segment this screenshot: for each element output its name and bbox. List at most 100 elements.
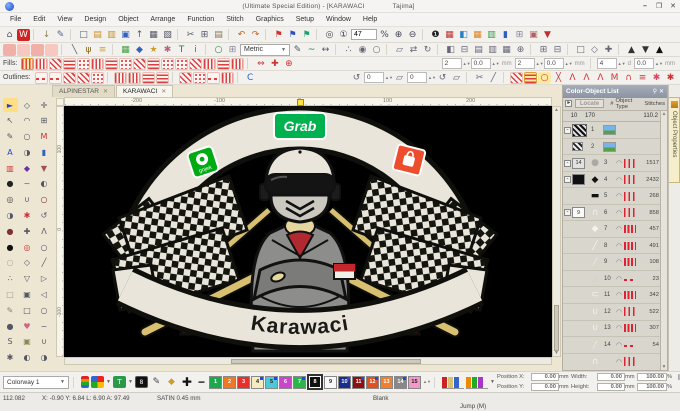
menu-setup[interactable]: Setup [290,14,320,25]
grid-icon[interactable]: ⊞ [513,29,526,41]
align-right-icon[interactable]: ▦ [500,44,513,56]
zoom-out-icon[interactable]: ⊖ [406,29,419,41]
close-button[interactable]: ✕ [666,2,680,10]
thread-colors-icon[interactable]: ▦ [443,29,456,41]
stitch-count-input[interactable]: 2 [514,58,535,69]
tab-close-icon[interactable]: ✕ [161,88,166,95]
wreath-icon[interactable]: ⊕ [282,58,295,70]
ring-shape-icon[interactable]: ○ [212,44,225,56]
menu-help[interactable]: Help [357,14,383,25]
object-row-2[interactable]: 2 [563,139,667,156]
rotate-icon[interactable]: ↻ [421,44,434,56]
flourish-icon[interactable]: ✱ [161,44,174,56]
star-shape-icon[interactable]: ★ [147,44,160,56]
thread-swatch-11[interactable]: 11 [351,375,365,389]
shirt-caret-icon[interactable]: ▼ [128,379,133,385]
zoom-1to1-icon[interactable]: ① [337,29,350,41]
locate-button[interactable]: Locate [574,99,605,109]
color-film-icon[interactable]: ▥ [485,29,498,41]
arrow-tool[interactable]: ▷ [37,272,52,286]
panel-title-bar[interactable]: Color-Object List ⚲ ✕ [563,86,667,98]
fill-cross-stitch-icon[interactable] [189,57,203,70]
s-tool[interactable]: S [3,335,18,349]
outline-stemstitch-icon[interactable] [178,71,192,84]
color-film-icon[interactable] [81,376,89,388]
object-row-14[interactable]: ╱ 14 ◠ 54 [563,337,667,354]
stitch-length-input[interactable]: 0.0 [543,58,564,69]
thread-swatch-14[interactable]: 14 [393,375,407,389]
fan-tool[interactable]: ▽ [20,272,35,286]
position-y-input[interactable]: 0.00 [530,383,559,391]
zoom-tool-icon[interactable]: ◎ [323,29,336,41]
current-color-swatch[interactable]: 8 [134,376,148,388]
fill-stipple-icon[interactable] [175,57,189,70]
expander-icon[interactable]: - [564,126,571,134]
effect-tatami-icon[interactable] [524,71,537,84]
object-row-10[interactable]: / 10 ◠ 23 [563,271,667,288]
outline-run-icon[interactable] [34,71,48,84]
fill-program-split-icon[interactable] [91,57,105,70]
colorbar-tool[interactable]: ▥ [3,161,18,175]
palette-caret-icon[interactable]: ▼ [106,379,111,385]
knife2-tool[interactable]: ╱ [37,256,52,270]
background-color-icon[interactable]: ◧ [457,29,470,41]
effect-branch-b-icon[interactable]: Λ [580,72,593,84]
fill-ripple-icon[interactable] [133,57,147,70]
pull-comp-input[interactable]: 4 [596,58,617,69]
undo-icon[interactable]: ↶ [235,29,248,41]
effect-peak-icon[interactable]: Λ [594,72,607,84]
effect-zig-icon[interactable]: M [608,72,621,84]
expander-icon[interactable]: - [564,176,571,184]
object-row-7[interactable]: ◆ 7 ◠ 457 [563,221,667,238]
design-canvas[interactable]: Karawaci Grab gojek [64,106,552,357]
object-row-9[interactable]: ╱ 9 ◠ 108 [563,254,667,271]
height-input[interactable]: 0.00 [596,383,625,391]
swirl-tool[interactable]: ↺ [37,209,52,223]
fill-wave-icon[interactable] [217,57,231,70]
cut-icon[interactable]: ✂ [184,29,197,41]
menu-view[interactable]: View [51,14,78,25]
object-row-8[interactable]: ╱ 8 ◠ 491 [563,238,667,255]
fill-spacing-spinner[interactable]: ▲▼ [492,58,500,69]
thread-swatch-10[interactable]: 10 [337,375,351,389]
outline-zigzag-icon[interactable] [76,71,90,84]
needle-position-marker[interactable] [297,99,304,106]
small-dot-tool[interactable]: ● [3,319,18,333]
paste-icon[interactable]: ▤ [212,29,225,41]
mixing-palette-icon[interactable] [91,376,104,388]
align-left-icon[interactable]: ▤ [472,44,485,56]
pen-line-icon[interactable]: ╲ [68,44,81,56]
arc-c-icon[interactable]: C [244,72,257,84]
outline-square-icon[interactable] [155,71,169,84]
offset-icon[interactable]: ▱ [393,72,406,84]
embroidery-design[interactable]: Karawaci Grab gojek [64,106,552,357]
hoop-icon[interactable]: ▣ [527,29,540,41]
menu-window[interactable]: Window [320,14,357,25]
offset-spinner[interactable]: ▲▼ [428,72,436,83]
tab-close-icon[interactable]: ✕ [103,88,108,95]
effect-bridge-icon[interactable]: ∩ [622,72,635,84]
menu-edit[interactable]: Edit [27,14,51,25]
menu-function[interactable]: Function [181,14,220,25]
fill-spiral-icon[interactable] [161,57,175,70]
object-row-4[interactable]: - ◆ 4 ◠ 2432 [563,172,667,189]
dots-tool[interactable]: ∴ [3,272,18,286]
open-design-icon[interactable]: ▤ [91,29,104,41]
outline-sculpt-icon[interactable] [62,71,76,84]
applique-tool[interactable]: ◐ [37,177,52,191]
mirror-y-icon[interactable]: ⊟ [458,44,471,56]
thread-swatch-12[interactable]: 12 [365,375,379,389]
design-properties-icon[interactable]: ❶ [429,29,442,41]
tab-karawaci[interactable]: KARAWACI ✕ [116,85,174,97]
thread-swatch-8[interactable]: 8 [306,374,323,390]
fill-satin-icon[interactable] [21,57,35,70]
nudge-icon[interactable]: ✚ [602,44,615,56]
hoop-b-tool[interactable]: ▣ [20,335,35,349]
kiosk-tool[interactable]: ◆ [20,161,35,175]
swatch-scroll-spinner[interactable]: ▲▼ [423,377,431,388]
smooth-icon[interactable]: ↺ [350,72,363,84]
offset-value-input[interactable]: 0 [407,72,427,83]
blend-tool[interactable]: ○ [3,256,18,270]
curve-b-tool[interactable]: ∪ [20,193,35,207]
order-forward-icon[interactable]: ▼ [639,44,652,56]
